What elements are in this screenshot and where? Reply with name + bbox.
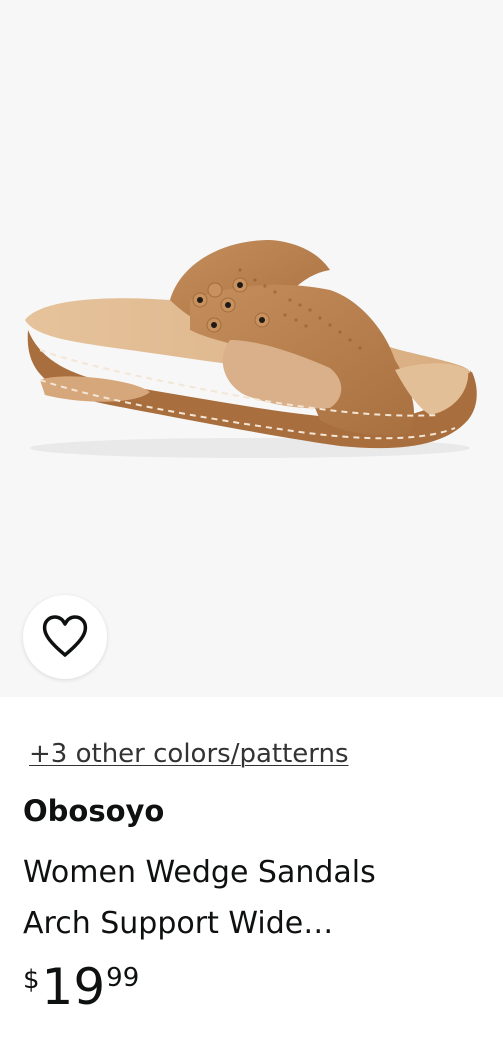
wishlist-button[interactable] xyxy=(23,595,107,679)
product-title-line[interactable]: Women Wedge Sandals xyxy=(23,847,483,898)
price-whole: 19 xyxy=(41,958,106,1016)
other-colors-link[interactable]: +3 other colors/patterns xyxy=(29,739,349,769)
product-image-area[interactable] xyxy=(0,0,503,697)
price-currency-symbol: $ xyxy=(23,965,40,995)
heart-outline-icon xyxy=(42,615,88,657)
product-card[interactable]: +3 other colors/patterns Obosoyo Women W… xyxy=(0,0,503,1044)
price-fraction: 99 xyxy=(106,963,140,993)
product-details: +3 other colors/patterns Obosoyo Women W… xyxy=(0,697,503,1044)
product-title[interactable]: Women Wedge Sandals Arch Support Wide… xyxy=(23,847,483,949)
product-title-line[interactable]: Arch Support Wide… xyxy=(23,898,483,949)
price: $ 19 99 xyxy=(23,959,139,1015)
product-image[interactable] xyxy=(0,0,503,697)
brand-name: Obosoyo xyxy=(23,794,165,828)
